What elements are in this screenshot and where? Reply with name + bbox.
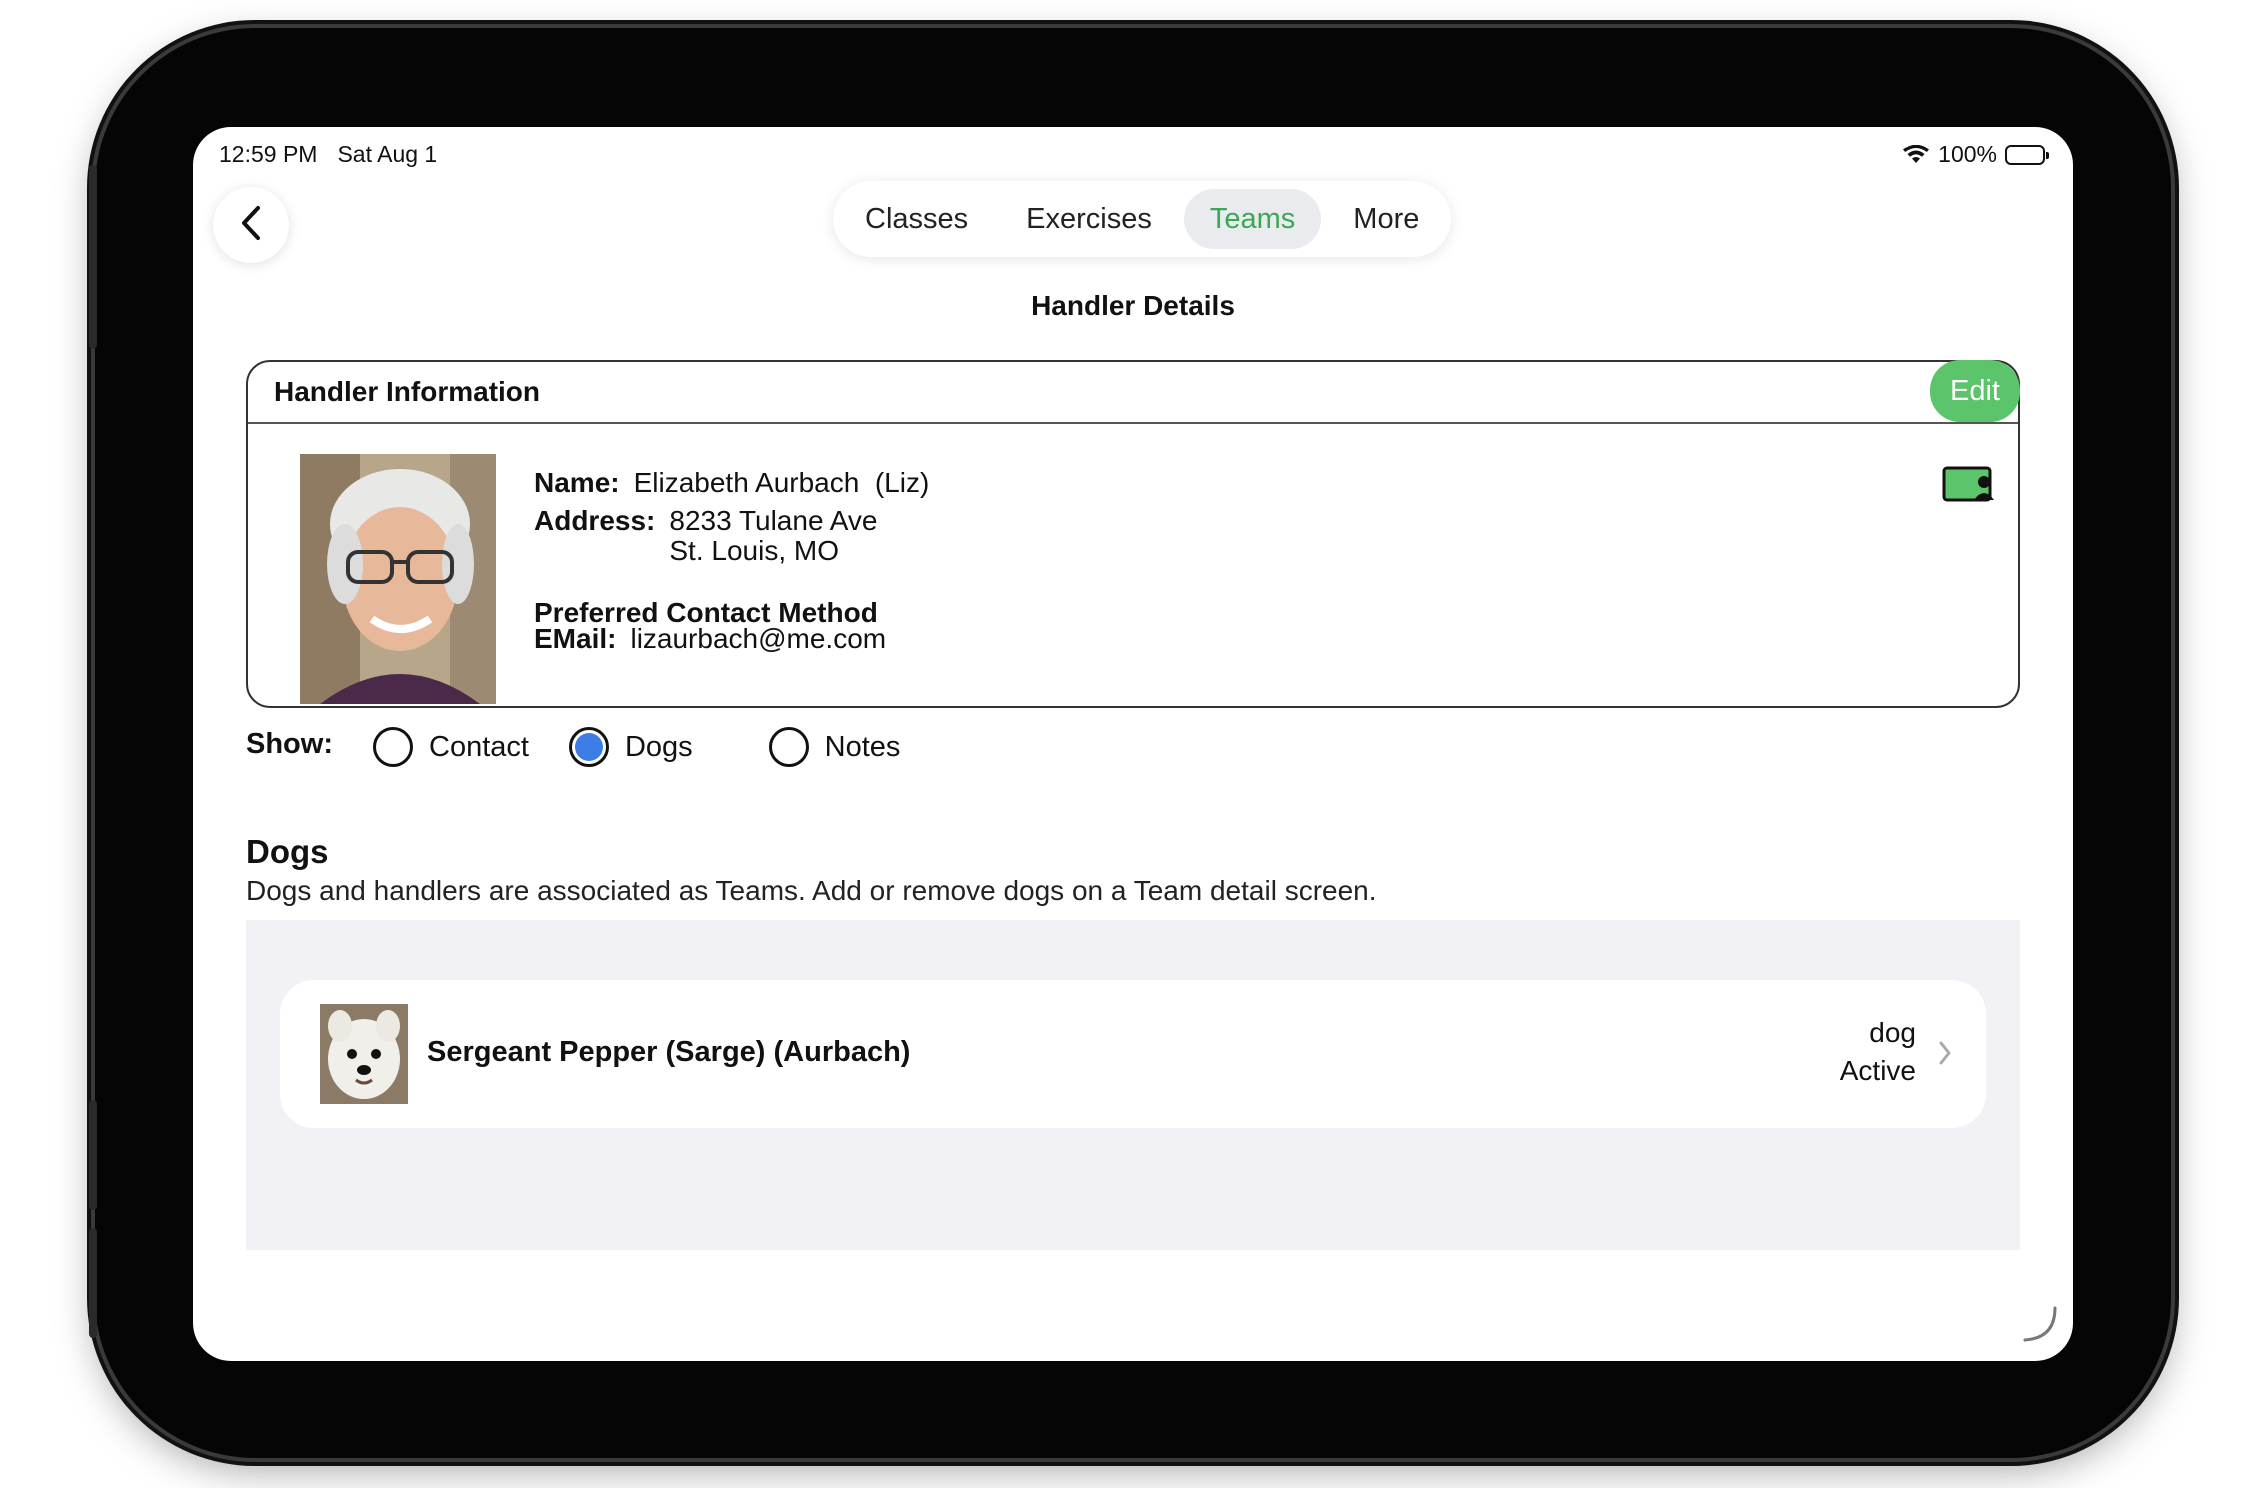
dog-type: dog [1869, 1017, 1916, 1048]
radio-contact[interactable]: Contact [373, 727, 529, 767]
back-button[interactable] [213, 187, 289, 263]
tab-exercises[interactable]: Exercises [1000, 189, 1178, 249]
email-value[interactable]: lizaurbach@me.com [630, 620, 886, 658]
tab-more[interactable]: More [1327, 189, 1445, 249]
side-button [89, 1228, 97, 1338]
edit-button[interactable]: Edit [1930, 360, 2020, 422]
battery-percent: 100% [1938, 141, 1997, 167]
name-label: Name: [534, 467, 620, 498]
battery-icon [2005, 144, 2049, 165]
resize-corner-icon [2021, 1306, 2057, 1347]
radio-label: Dogs [624, 730, 693, 763]
list-item[interactable]: Sergeant Pepper (Sarge) (Aurbach) dog Ac… [280, 980, 1986, 1128]
show-radio-group: Show: Contact Dogs Notes [246, 727, 940, 767]
handler-photo [300, 454, 496, 704]
handler-information-card: Handler Information Edit Name: Elizabeth… [246, 360, 2020, 708]
tab-teams[interactable]: Teams [1183, 189, 1322, 249]
radio-label: Contact [429, 730, 529, 763]
page-title: Handler Details [1031, 290, 1235, 321]
dog-photo [320, 1004, 408, 1104]
side-button [89, 165, 97, 349]
name-value: Elizabeth Aurbach (Liz) [633, 467, 930, 498]
tab-classes[interactable]: Classes [839, 189, 994, 249]
show-label: Show: [246, 727, 333, 760]
chevron-right-icon [1938, 1040, 1952, 1071]
dog-status: Active [1839, 1055, 1916, 1086]
dogs-section-title: Dogs [246, 833, 329, 870]
handler-info: Name: Elizabeth Aurbach (Liz) Address: 8… [534, 464, 929, 658]
screen: 12:59 PM Sat Aug 1 100% Classes Exercise… [193, 127, 2073, 1361]
radio-label: Notes [824, 730, 901, 763]
dogs-section-description: Dogs and handlers are associated as Team… [246, 875, 1377, 906]
radio-notes[interactable]: Notes [768, 727, 901, 767]
address-label: Address: [534, 505, 656, 536]
status-date: Sat Aug 1 [337, 141, 438, 167]
radio-circle [373, 727, 413, 767]
side-button [89, 1100, 97, 1210]
dog-name: Sergeant Pepper (Sarge) (Aurbach) [427, 1036, 911, 1068]
status-time: 12:59 PM [219, 141, 318, 167]
dog-meta: dog Active [1840, 1014, 1916, 1090]
email-label: EMail: [534, 623, 617, 654]
contact-card-icon[interactable] [1942, 466, 1996, 507]
chevron-left-icon [240, 205, 262, 246]
status-bar: 12:59 PM Sat Aug 1 100% [193, 127, 2073, 181]
radio-dogs[interactable]: Dogs [568, 727, 693, 767]
radio-circle [768, 727, 809, 767]
card-title: Handler Information [274, 376, 541, 407]
radio-circle-checked [568, 727, 609, 767]
wifi-icon [1902, 144, 1930, 165]
card-header: Handler Information Edit [248, 360, 2020, 424]
tab-bar: Classes Exercises Teams More [833, 181, 1452, 257]
dogs-list: Sergeant Pepper (Sarge) (Aurbach) dog Ac… [246, 920, 2020, 1250]
